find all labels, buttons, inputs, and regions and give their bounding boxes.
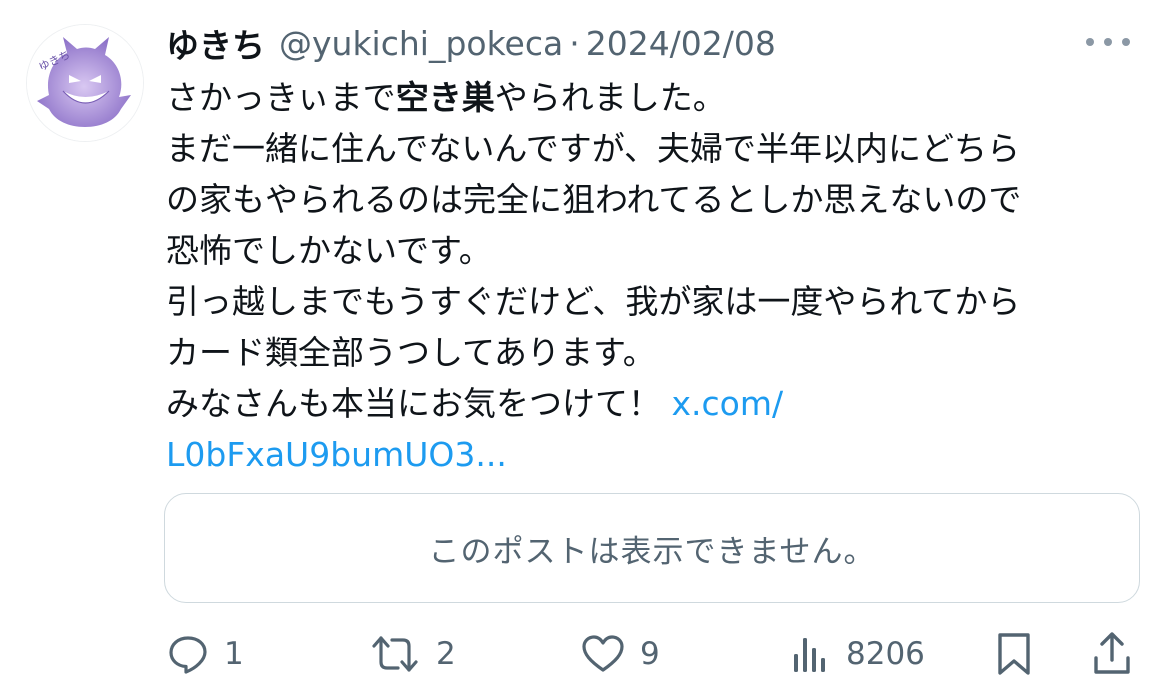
- bookmark-icon: [994, 630, 1034, 678]
- display-name[interactable]: ゆきち: [166, 19, 265, 67]
- share-icon: [1090, 630, 1134, 678]
- tweet-line-4: 恐怖でしかないです。: [166, 231, 492, 270]
- like-count: 9: [640, 636, 660, 672]
- avatar[interactable]: ゆきち: [26, 24, 144, 142]
- reply-icon: [166, 632, 210, 676]
- views-count: 8206: [846, 636, 925, 672]
- more-horizontal-icon[interactable]: [1086, 30, 1130, 54]
- quote-unavailable-message: このポストは表示できません。: [428, 533, 876, 570]
- views-chart-icon: [788, 632, 832, 676]
- tweet-line-5: 引っ越しまでもうすぐだけど、我が家は一度やられてから: [166, 282, 1021, 321]
- reply-button[interactable]: 1: [166, 626, 244, 682]
- separator-dot: ·: [569, 23, 580, 63]
- user-handle[interactable]: @yukichi_pokeca: [279, 24, 563, 63]
- gengar-avatar-icon: ゆきち: [27, 25, 143, 141]
- repost-icon: [368, 632, 422, 676]
- repost-button[interactable]: 2: [368, 626, 456, 682]
- views-button[interactable]: 8206: [788, 626, 925, 682]
- text-segment: さかっきぃまで: [166, 78, 396, 117]
- action-bar: 1 2 9 8206: [164, 626, 1140, 682]
- share-button[interactable]: [1090, 626, 1134, 682]
- tweet-header: ゆきち @yukichi_pokeca · 2024/02/08: [166, 20, 1130, 66]
- bookmark-button[interactable]: [994, 626, 1034, 682]
- bold-keyword: 空き巣: [395, 78, 495, 117]
- text-segment: みなさんも本当にお気をつけて！: [166, 384, 672, 423]
- tweet-link-continued[interactable]: L0bFxaU9bumUO3...: [166, 429, 1126, 480]
- tweet-line-6: カード類全部うつしてあります。: [166, 333, 656, 372]
- repost-count: 2: [436, 636, 456, 672]
- like-button[interactable]: 9: [580, 626, 660, 682]
- heart-icon: [580, 632, 626, 676]
- tweet-line-7: みなさんも本当にお気をつけて！ x.com/: [166, 378, 1126, 429]
- tweet-line-2: まだ一緒に住んでないんですが、夫婦で半年以内にどちら: [166, 129, 1021, 168]
- tweet-line-3: の家もやられるのは完全に狙われてるとしか思えないので: [166, 180, 1022, 219]
- tweet-link[interactable]: x.com/: [672, 384, 784, 423]
- quoted-post-card[interactable]: このポストは表示できません。: [164, 493, 1140, 603]
- text-segment: やられました。: [494, 78, 726, 117]
- reply-count: 1: [224, 636, 244, 672]
- tweet-line-1: さかっきぃまで空き巣やられました。: [166, 72, 1126, 123]
- tweet-text: さかっきぃまで空き巣やられました。 まだ一緒に住んでないんですが、夫婦で半年以内…: [166, 72, 1126, 480]
- post-date[interactable]: 2024/02/08: [586, 24, 776, 63]
